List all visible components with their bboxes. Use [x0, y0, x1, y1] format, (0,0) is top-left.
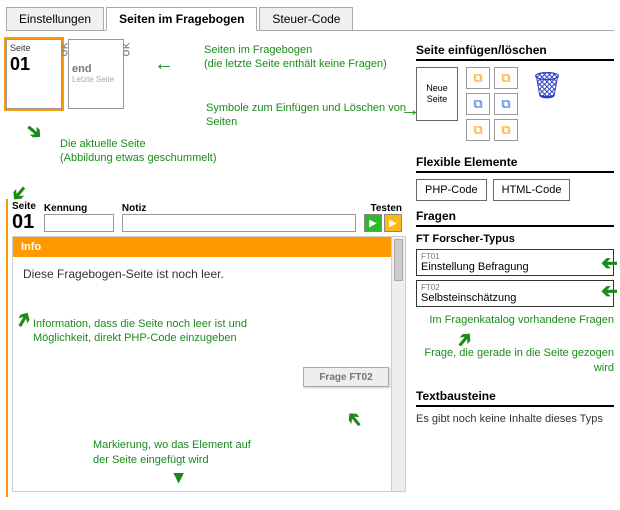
heading-textblocks: Textbausteine [416, 389, 614, 407]
scrollbar-vertical[interactable] [391, 237, 405, 491]
question-item-ft02[interactable]: FT02 Selbsteinschätzung [416, 280, 614, 307]
php-code-chip[interactable]: PHP-Code [416, 179, 487, 201]
id-input[interactable] [44, 214, 114, 232]
id-label: Kennung [44, 203, 114, 214]
test-label: Testen [371, 203, 403, 214]
drag-ghost-frage[interactable]: Frage FT02 [303, 367, 389, 387]
question-code: FT01 [421, 252, 609, 261]
arrow-left-icon: ← [154, 53, 174, 76]
question-label: Selbsteinschätzung [421, 292, 516, 304]
arrow-left-icon: ➔ [601, 279, 618, 304]
note-input[interactable] [122, 214, 356, 232]
page-number: 01 [12, 212, 36, 232]
question-code: FT02 [421, 283, 609, 292]
copy-after-icon[interactable]: ⧉ [494, 93, 518, 115]
annotation-symbols: Symbole zum Einfügen und Löschen von Sei… [206, 101, 406, 130]
tab-bar: Einstellungen Seiten im Fragebogen Steue… [6, 6, 614, 31]
annotation-info-empty: Information, dass die Seite noch leer is… [33, 317, 263, 346]
arrow-up-right-icon: ➔ [340, 405, 370, 434]
new-page-button[interactable]: Neue Seite [416, 67, 458, 121]
question-item-ft01[interactable]: FT01 Einstellung Befragung [416, 249, 614, 276]
end-page-sublabel: Letzte Seite [72, 75, 120, 84]
play-yellow-icon[interactable]: ▶ [384, 214, 402, 232]
page-thumb-label: Seite [10, 43, 58, 53]
annotation-available-questions: Im Fragenkatalog vorhandene Fragen [416, 313, 614, 327]
question-group-label: FT Forscher-Typus [416, 233, 614, 245]
textblocks-empty-msg: Es gibt noch keine Inhalte dieses Typs [416, 413, 614, 425]
end-page-label: end [72, 63, 120, 75]
info-body-text: Diese Fragebogen-Seite ist noch leer. [23, 267, 395, 281]
move-before-icon[interactable]: ⧉ [466, 119, 490, 141]
annotation-insert-marker: Markierung, wo das Element auf der Seite… [93, 438, 253, 467]
ok-badge-icon: OK [121, 42, 131, 57]
insert-after-icon[interactable]: ⧉ [494, 67, 518, 89]
heading-flexible-elements: Flexible Elemente [416, 155, 614, 173]
arrow-down-icon: ▲ [170, 468, 188, 489]
annotation-question-dragged: Frage, die gerade in die Seite gezogen w… [416, 346, 614, 375]
play-green-icon[interactable]: ▶ [364, 214, 382, 232]
trash-icon[interactable]: 🗑 [532, 67, 562, 103]
page-thumb-end[interactable]: OK end Letzte Seite [68, 39, 124, 109]
tab-tax-code[interactable]: Steuer-Code [259, 7, 353, 31]
move-after-icon[interactable]: ⧉ [494, 119, 518, 141]
info-panel-title: Info [13, 237, 405, 257]
heading-questions: Fragen [416, 209, 614, 227]
insert-before-icon[interactable]: ⧉ [466, 67, 490, 89]
html-code-chip[interactable]: HTML-Code [493, 179, 571, 201]
question-label: Einstellung Befragung [421, 261, 529, 273]
annotation-current-page: Die aktuelle Seite (Abbildung etwas gesc… [60, 137, 290, 166]
page-editor-panel: Seite 01 Kennung Notiz Testen ▶ [6, 199, 406, 497]
annotation-pages: Seiten im Fragebogen (die letzte Seite e… [204, 43, 414, 72]
page-thumb-number: 01 [10, 55, 58, 73]
arrow-diag-icon: ➔ [20, 117, 49, 147]
tab-pages[interactable]: Seiten im Fragebogen [106, 7, 257, 31]
tab-settings[interactable]: Einstellungen [6, 7, 104, 31]
heading-insert-delete: Seite einfügen/löschen [416, 43, 614, 61]
arrow-left-icon: ➔ [601, 251, 618, 276]
copy-before-icon[interactable]: ⧉ [466, 93, 490, 115]
page-thumb-01[interactable]: Seite 01 OK [6, 39, 62, 109]
note-label: Notiz [122, 203, 356, 214]
